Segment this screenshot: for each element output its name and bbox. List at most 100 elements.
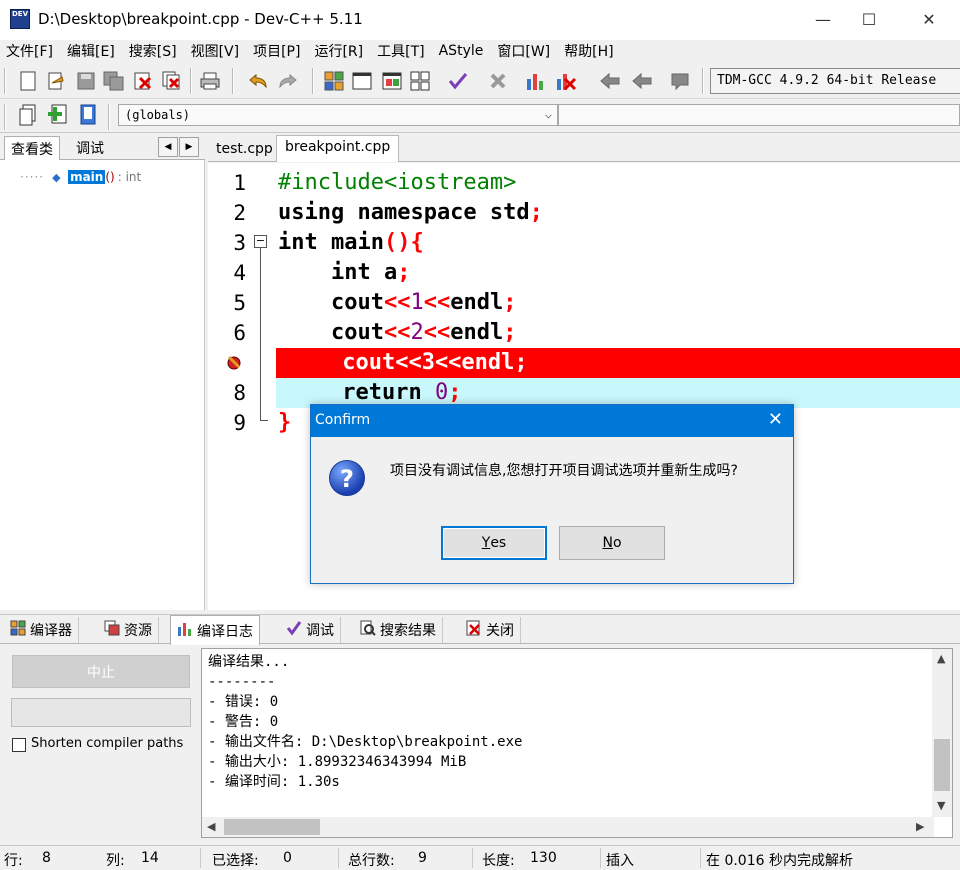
menu-project[interactable]: 项目[P] [253, 41, 300, 61]
abort-button[interactable]: 中止 [12, 655, 190, 688]
line-number: 6 [233, 321, 246, 345]
breakpoint-icon[interactable] [225, 353, 243, 375]
class-tree-item[interactable]: ····· ◆ main () : int [20, 170, 141, 184]
line-gutter[interactable]: 1 2 3 4 5 6 8 9 − [208, 163, 274, 610]
toolbar-separator [190, 68, 192, 94]
function-select[interactable] [558, 104, 960, 126]
tab-scroll-right-icon[interactable]: ▶ [179, 137, 199, 157]
tab-debug-output[interactable]: 调试 [280, 617, 341, 643]
shorten-paths-label: Shorten compiler paths [31, 736, 184, 751]
scroll-up-icon[interactable]: ▲ [937, 652, 945, 665]
toolbar-separator [232, 68, 234, 94]
tab-resources[interactable]: 资源 [98, 617, 159, 643]
status-lines-label: 总行数: [348, 853, 395, 869]
scroll-down-icon[interactable]: ▼ [937, 799, 945, 812]
add-icon[interactable] [45, 103, 69, 127]
open-file-icon[interactable] [44, 69, 68, 93]
compile-progress-bar [11, 698, 191, 727]
comment-icon[interactable] [668, 69, 692, 93]
menu-astyle[interactable]: AStyle [439, 43, 484, 59]
toolbar-grip [4, 68, 6, 94]
line-number: 3 [233, 231, 246, 255]
menu-file[interactable]: 文件[F] [6, 41, 53, 61]
tab-compiler[interactable]: 编译器 [4, 617, 79, 643]
scope-select[interactable]: (globals) ⌵ [118, 104, 558, 126]
check-icon[interactable] [446, 69, 470, 93]
tab-class-view[interactable]: 查看类 [4, 136, 60, 160]
editor-tabs: test.cpp breakpoint.cpp [208, 134, 960, 162]
bottom-panel-tabs: 编译器 资源 编译日志 调试 搜索结果 关闭 [0, 614, 960, 645]
tiles-icon[interactable] [408, 69, 432, 93]
dialog-message: 项目没有调试信息,您想打开项目调试选项并重新生成吗? [390, 463, 738, 479]
menu-window[interactable]: 窗口[W] [497, 41, 550, 61]
close-file-icon[interactable] [131, 69, 155, 93]
menu-search[interactable]: 搜索[S] [129, 41, 177, 61]
back-icon[interactable] [598, 69, 622, 93]
log-horizontal-scrollbar[interactable]: ◀ ▶ [202, 817, 934, 837]
dialog-close-icon[interactable]: ✕ [768, 409, 783, 430]
scrollbar-thumb[interactable] [934, 739, 950, 791]
forward-icon[interactable] [630, 69, 654, 93]
scroll-right-icon[interactable]: ▶ [916, 820, 924, 833]
save-icon[interactable] [74, 69, 98, 93]
toolbar-separator [702, 68, 704, 94]
delete-chart-icon[interactable] [554, 69, 578, 93]
window-title: D:\Desktop\breakpoint.cpp - Dev-C++ 5.11 [38, 10, 363, 28]
redo-icon[interactable] [276, 69, 300, 93]
compile-log-output[interactable]: 编译结果... -------- - 错误: 0 - 警告: 0 - 输出文件名… [201, 648, 953, 838]
tab-compile-log[interactable]: 编译日志 [170, 615, 260, 645]
dialog-title-bar: Confirm ✕ [311, 405, 793, 437]
compiler-select[interactable]: TDM-GCC 4.9.2 64-bit Release [710, 68, 960, 94]
function-return-type: : int [117, 170, 142, 184]
menu-tools[interactable]: 工具[T] [377, 41, 424, 61]
tab-close[interactable]: 关闭 [460, 617, 521, 643]
close-all-icon[interactable] [160, 69, 184, 93]
stop-icon[interactable] [486, 69, 510, 93]
grid-icon [10, 620, 26, 640]
function-icon: ◆ [52, 171, 61, 184]
window-icon[interactable] [350, 69, 374, 93]
grid-icon[interactable] [322, 69, 346, 93]
log-line: - 编译时间: 1.30s [208, 774, 340, 790]
log-line: -------- [208, 674, 276, 690]
shorten-paths-checkbox[interactable] [12, 738, 26, 752]
scrollbar-thumb[interactable] [224, 819, 320, 835]
log-vertical-scrollbar[interactable]: ▲ ▼ [932, 649, 952, 817]
left-panel-tabs: 查看类 调试 ◀ ▶ [0, 134, 205, 160]
menu-help[interactable]: 帮助[H] [564, 41, 613, 61]
toolbar-separator [312, 68, 314, 94]
menu-view[interactable]: 视图[V] [191, 41, 240, 61]
save-all-icon[interactable] [102, 69, 126, 93]
tab-test-cpp[interactable]: test.cpp [208, 138, 281, 162]
search-icon [360, 620, 376, 640]
function-params: () [105, 170, 115, 184]
code-line-5: cout<<1<<endl; [278, 290, 517, 315]
tab-debug[interactable]: 调试 [70, 136, 110, 160]
no-button[interactable]: No [559, 526, 665, 560]
close-button[interactable]: ✕ [906, 0, 952, 38]
minimize-button[interactable]: — [800, 0, 846, 38]
status-selected-label: 已选择: [212, 853, 259, 869]
scroll-left-icon[interactable]: ◀ [207, 820, 215, 833]
tab-breakpoint-cpp[interactable]: breakpoint.cpp [276, 135, 400, 162]
chevron-down-icon: ⌵ [544, 107, 552, 121]
menu-run[interactable]: 运行[R] [314, 41, 363, 61]
yes-button[interactable]: Yes [441, 526, 547, 560]
bookmark-icon[interactable] [76, 103, 100, 127]
fold-toggle-icon[interactable]: − [254, 235, 267, 248]
no-label: o [612, 535, 622, 551]
colors-window-icon[interactable] [380, 69, 404, 93]
status-separator [200, 848, 201, 868]
undo-icon[interactable] [246, 69, 270, 93]
maximize-button[interactable]: ☐ [846, 0, 892, 38]
confirm-dialog: Confirm ✕ ? 项目没有调试信息,您想打开项目调试选项并重新生成吗? Y… [310, 404, 794, 584]
menu-bar: 文件[F] 编辑[E] 搜索[S] 视图[V] 项目[P] 运行[R] 工具[T… [0, 40, 960, 62]
fold-end [260, 420, 268, 421]
print-icon[interactable] [198, 69, 222, 93]
tab-scroll-left-icon[interactable]: ◀ [158, 137, 178, 157]
tab-search-results[interactable]: 搜索结果 [354, 617, 443, 643]
insert-icon[interactable] [16, 103, 40, 127]
new-file-icon[interactable] [16, 69, 40, 93]
chart-icon[interactable] [524, 69, 548, 93]
menu-edit[interactable]: 编辑[E] [67, 41, 115, 61]
